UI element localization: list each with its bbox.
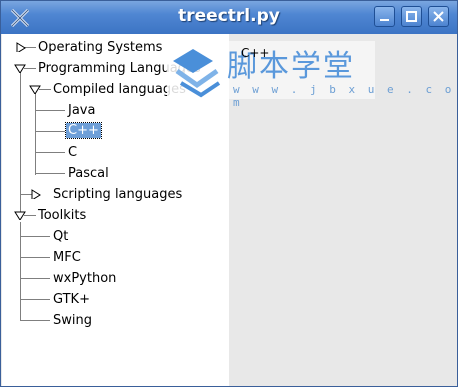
- tree-connector: [20, 320, 50, 321]
- tree-connector: [35, 173, 65, 174]
- close-icon: [433, 11, 444, 22]
- tree-item-swing[interactable]: Swing: [53, 313, 92, 329]
- collapsed-arrow-icon[interactable]: [30, 189, 42, 199]
- app-window: treectrl.py Operating Systems Programmin…: [0, 0, 458, 387]
- tree-item-operating-systems[interactable]: Operating Systems: [38, 40, 162, 56]
- tree-item-compiled-languages[interactable]: Compiled languages: [53, 82, 186, 98]
- title-bar[interactable]: treectrl.py: [1, 1, 457, 34]
- tree-item-scripting-languages[interactable]: Scripting languages: [53, 187, 182, 203]
- tree-item-mfc[interactable]: MFC: [53, 250, 81, 266]
- expanded-arrow-icon[interactable]: [14, 210, 26, 220]
- expanded-arrow-icon[interactable]: [29, 84, 41, 94]
- tree-item-java[interactable]: Java: [68, 103, 95, 119]
- tree-connector: [35, 131, 65, 132]
- tree-item-gtk[interactable]: GTK+: [53, 292, 90, 308]
- minimize-icon: [380, 19, 389, 21]
- tree-connector: [35, 152, 65, 153]
- tree-item-qt[interactable]: Qt: [53, 229, 68, 245]
- tree-connector: [20, 257, 50, 258]
- maximize-icon: [406, 11, 417, 22]
- tree-item-toolkits[interactable]: Toolkits: [38, 208, 86, 224]
- collapsed-arrow-icon[interactable]: [15, 42, 27, 52]
- tree-connector: [35, 110, 65, 111]
- tree-item-cpp[interactable]: C++: [65, 122, 102, 139]
- maximize-button[interactable]: [401, 6, 422, 27]
- minimize-button[interactable]: [374, 6, 395, 27]
- tree-item-pascal[interactable]: Pascal: [68, 166, 109, 182]
- tree-item-c[interactable]: C: [68, 145, 77, 161]
- expanded-arrow-icon[interactable]: [14, 63, 26, 73]
- selected-item-label: C++: [241, 46, 270, 60]
- close-button[interactable]: [428, 6, 449, 27]
- tree-connector: [20, 236, 50, 237]
- tree-item-wxpython[interactable]: wxPython: [53, 271, 116, 287]
- tree-connector: [20, 299, 50, 300]
- watermark-url: w w w . j b x u e . c o m: [233, 83, 455, 109]
- tree-connector: [20, 278, 50, 279]
- tree-connector: [20, 67, 21, 215]
